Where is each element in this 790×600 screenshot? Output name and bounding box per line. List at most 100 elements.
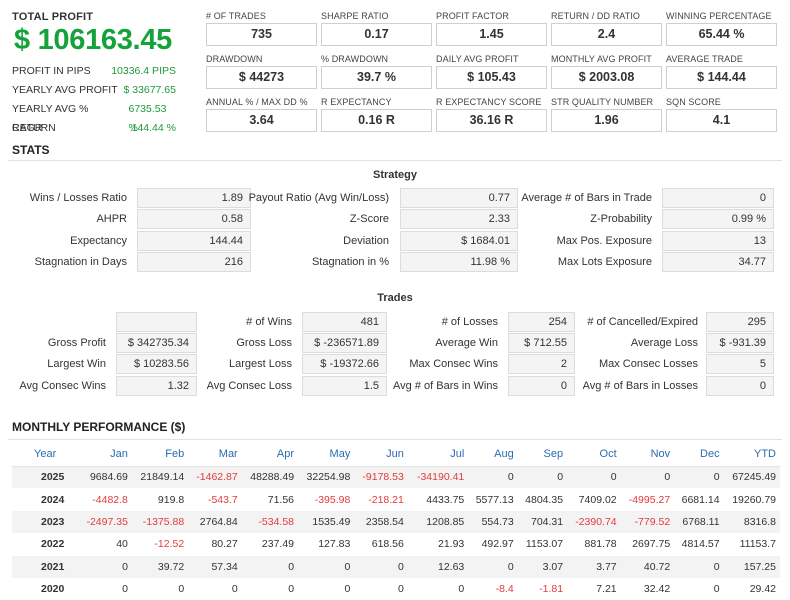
- kpi-label: RETURN / DD RATIO: [551, 11, 641, 21]
- column-header: Jan: [78, 442, 132, 467]
- table-row: 2025 9684.69 21849.14 -1462.87 48288.49 32254…: [12, 466, 780, 489]
- table-row: 2021 0 39.72 57.34 0 0 0 12.63 0 3.07 3.77 40.72 0 15…: [12, 555, 780, 578]
- kpi-value: 0.17: [321, 23, 432, 46]
- stat-label: # of Losses: [441, 316, 498, 328]
- stat-label: Max Consec Losses: [598, 358, 698, 370]
- month-cell: 0: [122, 583, 128, 596]
- kpi-label: DRAWDOWN: [206, 54, 263, 64]
- monthly-divider: [8, 439, 782, 440]
- kpi-card: % DRAWDOWN 39.7 %: [321, 53, 432, 89]
- stat-value: 1.5: [302, 376, 387, 396]
- month-cell: -218.21: [368, 493, 404, 506]
- stat-label: Max Pos. Exposure: [556, 235, 652, 247]
- kpi-card: AVERAGE TRADE $ 144.44: [666, 53, 777, 89]
- strategy-subtitle: Strategy: [372, 169, 418, 181]
- kpi-card: MONTHLY AVG PROFIT $ 2003.08: [551, 53, 662, 89]
- month-cell: 0: [178, 583, 185, 596]
- profit-summary-row: YEARLY AVG % RETURN 6735.53 %: [12, 100, 176, 134]
- stat-value: 0.58: [137, 209, 251, 229]
- stat-label: Z-Probability: [590, 213, 652, 225]
- stat-value: 0: [508, 376, 575, 396]
- month-cell: 0: [674, 555, 724, 578]
- month-cell: 40.72: [620, 555, 675, 578]
- kpi-value: 3.64: [206, 109, 317, 132]
- month-cell: 32.42: [643, 583, 671, 596]
- month-cell: -34190.41: [407, 466, 469, 489]
- column-header: Jul: [407, 442, 469, 467]
- kpi-card: # OF TRADES 735: [206, 10, 317, 46]
- month-cell: 237.49: [261, 538, 295, 551]
- table-row: 2023 -2497.35 -1375.88 2764.84 -534.58 1535.4…: [12, 510, 780, 534]
- month-cell: 0: [241, 555, 299, 578]
- month-cell: 0: [398, 583, 404, 596]
- kpi-card: PROFIT FACTOR 1.45: [436, 10, 547, 46]
- month-cell: 39.72: [131, 555, 189, 578]
- stat-label: Avg Consec Loss: [206, 380, 292, 392]
- column-header: Sep: [517, 442, 568, 467]
- kpi-card: STR QUALITY NUMBER 1.96: [551, 96, 662, 132]
- kpi-label: SHARPE RATIO: [321, 11, 389, 21]
- kpi-label: STR QUALITY NUMBER: [551, 97, 654, 107]
- kpi-card: DAILY AVG PROFIT $ 105.43: [436, 53, 547, 89]
- month-cell: 1153.07: [525, 538, 564, 551]
- month-cell: 881.78: [584, 538, 617, 551]
- month-cell: 2697.75: [632, 538, 671, 551]
- stat-value: 216: [137, 252, 251, 272]
- year-cell: 2024: [41, 493, 65, 506]
- stat-value: 0.99 %: [662, 209, 774, 229]
- kpi-label: DAILY AVG PROFIT: [436, 54, 519, 64]
- column-header: Nov: [620, 442, 675, 467]
- stat-label: AHPR: [96, 213, 127, 225]
- month-cell: -4482.8: [92, 493, 128, 506]
- kpi-card: ANNUAL % / MAX DD % 3.64: [206, 96, 317, 132]
- table-row: 2020 0 0 0 0 0 0 0 -8.4 -1.81 7.21 32.42 0 29.42: [12, 578, 780, 600]
- stat-label: Avg # of Bars in Losses: [582, 380, 698, 392]
- stat-value: 11.98 %: [400, 252, 518, 272]
- month-cell: 21.93: [437, 538, 465, 551]
- kpi-value: 2.4: [551, 23, 662, 46]
- profit-summary-row: YEARLY AVG PROFIT $ 33677.65: [12, 81, 176, 100]
- profit-summary-label: PROFIT IN PIPS: [12, 65, 91, 77]
- kpi-label: SQN SCORE: [666, 97, 721, 107]
- stat-label: Gross Profit: [47, 337, 106, 349]
- kpi-value: 4.1: [666, 109, 777, 132]
- month-cell: 21849.14: [131, 466, 189, 489]
- trades-subtitle: Trades: [377, 292, 413, 304]
- month-cell: 1535.49: [298, 510, 355, 534]
- month-cell: 0: [458, 583, 465, 596]
- kpi-card: SHARPE RATIO 0.17: [321, 10, 432, 46]
- month-cell: -395.98: [314, 493, 351, 506]
- month-cell: 492.97: [481, 538, 514, 551]
- month-cell: 0: [78, 555, 132, 578]
- month-cell: 0: [354, 555, 408, 578]
- month-cell: 0: [620, 466, 675, 489]
- kpi-value: 39.7 %: [321, 66, 432, 89]
- month-cell: 2764.84: [188, 510, 242, 534]
- stat-value: $ 1684.01: [400, 231, 518, 251]
- column-header: Apr: [241, 442, 299, 467]
- stat-label: Average Win: [435, 337, 498, 349]
- month-cell: 6681.14: [681, 493, 720, 506]
- month-cell: 4433.75: [426, 493, 465, 506]
- kpi-label: MONTHLY AVG PROFIT: [551, 54, 652, 64]
- month-cell: 9684.69: [78, 466, 132, 489]
- kpi-value: $ 105.43: [436, 66, 547, 89]
- stat-label: Average Loss: [630, 337, 698, 349]
- table-row: 2024 -4482.8 919.8 -543.7 71.56 -395.98 -218.2…: [12, 488, 780, 510]
- month-cell: 0: [567, 466, 621, 489]
- stat-value: $ -19372.66: [302, 354, 387, 374]
- ytd-cell: 157.25: [723, 555, 780, 578]
- kpi-value: 1.45: [436, 23, 547, 46]
- stat-value: 0: [706, 376, 774, 396]
- kpi-card: RETURN / DD RATIO 2.4: [551, 10, 662, 46]
- stat-label: Deviation: [343, 235, 389, 247]
- stats-divider: [8, 160, 782, 161]
- month-cell: 7409.02: [578, 493, 617, 506]
- profit-summary-label: YEARLY AVG PROFIT: [12, 84, 118, 96]
- kpi-card: SQN SCORE 4.1: [666, 96, 777, 132]
- table-row: 2022 40 -12.52 80.27 237.49 127.83 618.56 21.93…: [12, 533, 780, 555]
- stat-value: [116, 312, 197, 332]
- month-cell: -1375.88: [131, 510, 189, 534]
- month-cell: 57.34: [188, 555, 242, 578]
- stat-label: Payout Ratio (Avg Win/Loss): [248, 192, 389, 204]
